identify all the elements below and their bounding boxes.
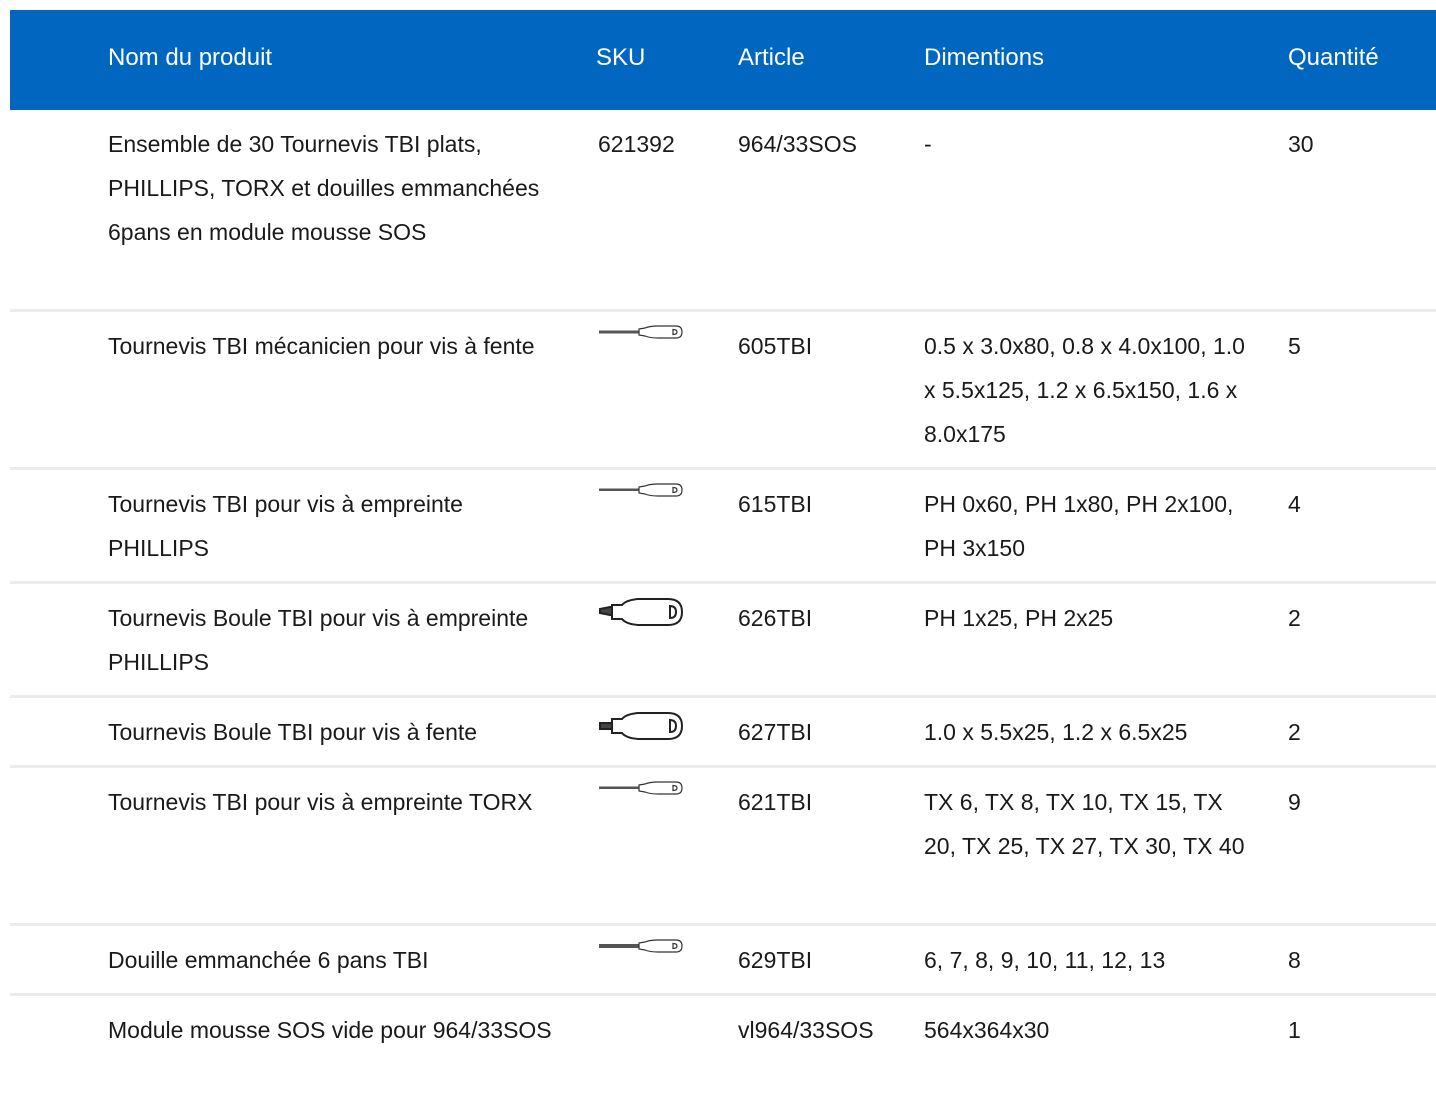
product-quantity: 30 [1288,131,1314,157]
header-sku: SKU [596,44,646,71]
header-quantity: Quantité [1288,44,1379,71]
header-dimensions: Dimentions [924,44,1045,71]
product-quantity: 4 [1288,491,1301,517]
stubby-screwdriver-icon [598,596,684,628]
stubby-screwdriver-icon [598,710,684,742]
header-name: Nom du produit [108,44,273,71]
product-article: 626TBI [738,605,813,631]
table-row: Module mousse SOS vide pour 964/33SOS vl… [10,996,1436,1096]
product-name: Tournevis TBI mécanicien pour vis à fent… [108,333,535,359]
slim-screwdriver-icon [598,780,684,796]
product-quantity: 9 [1288,789,1301,815]
product-article: vl964/33SOS [738,1017,874,1043]
product-dimensions: 564x364x30 [924,1017,1050,1043]
table-row: Tournevis TBI pour vis à empreinte PHILL… [10,470,1436,584]
product-article: 615TBI [738,491,813,517]
product-dimensions: PH 0x60, PH 1x80, PH 2x100, PH 3x150 [924,491,1234,561]
product-sku: 621392 [598,131,675,157]
table-row: Tournevis TBI pour vis à empreinte TORX … [10,768,1436,926]
product-quantity: 2 [1288,719,1301,745]
product-name: Tournevis Boule TBI pour vis à fente [108,719,478,745]
product-name: Ensemble de 30 Tournevis TBI plats, PHIL… [108,131,540,245]
product-name: Module mousse SOS vide pour 964/33SOS [108,1017,552,1043]
product-article: 605TBI [738,333,813,359]
table-row: Ensemble de 30 Tournevis TBI plats, PHIL… [10,110,1436,312]
product-table: Nom du produit SKU Article Dimentions Qu… [10,10,1436,1096]
slim-screwdriver-icon [598,482,684,498]
slim-screwdriver-icon [598,938,684,954]
product-dimensions: - [924,131,932,157]
product-quantity: 2 [1288,605,1301,631]
product-name: Tournevis TBI pour vis à empreinte PHILL… [108,491,463,561]
table-header: Nom du produit SKU Article Dimentions Qu… [10,10,1436,110]
product-quantity: 1 [1288,1017,1301,1043]
product-quantity: 8 [1288,947,1301,973]
table-row: Douille emmanchée 6 pans TBI 629TBI 6, 7… [10,926,1436,996]
product-name: Tournevis Boule TBI pour vis à empreinte… [108,605,529,675]
product-article: 621TBI [738,789,813,815]
product-name: Douille emmanchée 6 pans TBI [108,947,429,973]
product-dimensions: 6, 7, 8, 9, 10, 11, 12, 13 [924,947,1166,973]
table-row: Tournevis TBI mécanicien pour vis à fent… [10,312,1436,470]
product-article: 964/33SOS [738,131,857,157]
product-dimensions: PH 1x25, PH 2x25 [924,605,1114,631]
product-dimensions: 0.5 x 3.0x80, 0.8 x 4.0x100, 1.0 x 5.5x1… [924,333,1245,447]
product-quantity: 5 [1288,333,1301,359]
product-dimensions: 1.0 x 5.5x25, 1.2 x 6.5x25 [924,719,1188,745]
header-article: Article [738,44,805,71]
product-dimensions: TX 6, TX 8, TX 10, TX 15, TX 20, TX 25, … [924,789,1245,859]
table-row: Tournevis Boule TBI pour vis à empreinte… [10,584,1436,698]
product-article: 627TBI [738,719,813,745]
table-row: Tournevis Boule TBI pour vis à fente 627… [10,698,1436,768]
slim-screwdriver-icon [598,324,684,340]
product-article: 629TBI [738,947,813,973]
product-name: Tournevis TBI pour vis à empreinte TORX [108,789,533,815]
